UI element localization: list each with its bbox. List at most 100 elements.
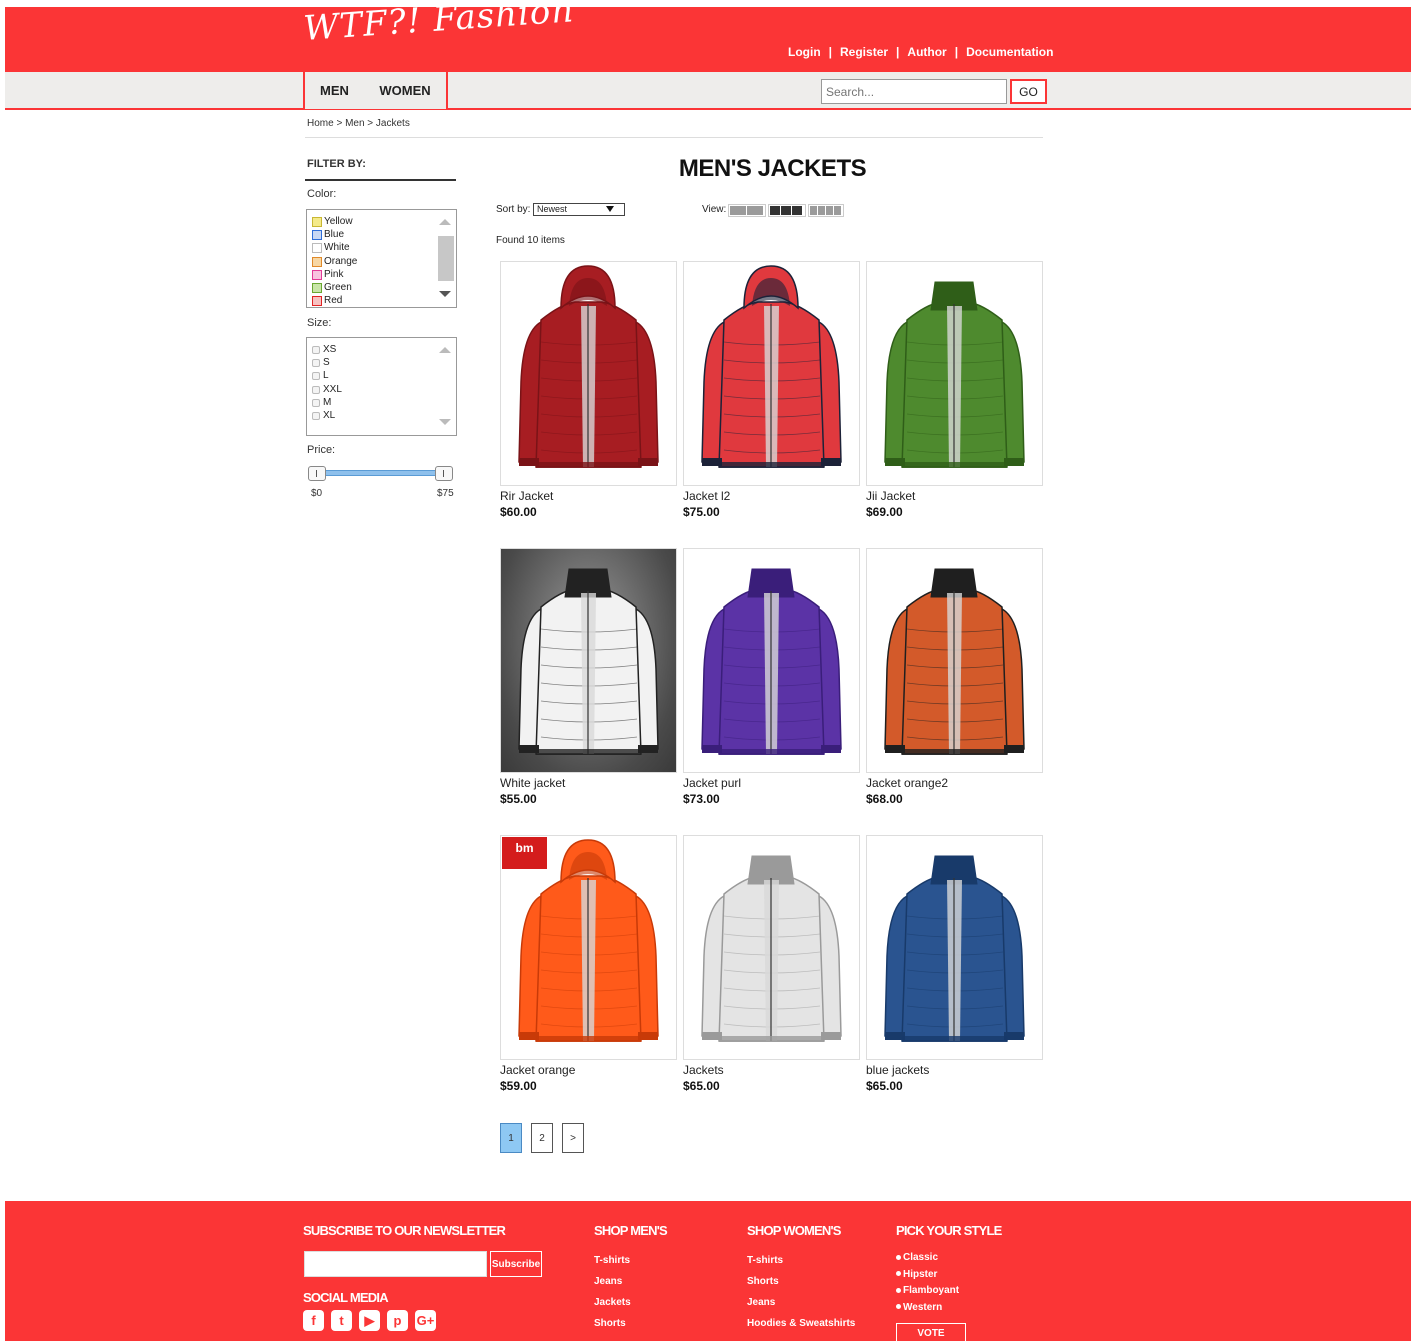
product-image[interactable]	[683, 261, 860, 486]
vote-button[interactable]: VOTE	[896, 1323, 966, 1341]
product-name[interactable]: Jacket purl	[683, 776, 860, 790]
product-card[interactable]: White jacket $55.00	[500, 548, 677, 806]
view-four-columns[interactable]	[808, 204, 844, 217]
style-option-hipster[interactable]: Hipster	[896, 1269, 937, 1280]
shop-women-link[interactable]: T-shirts	[747, 1255, 783, 1266]
newsletter-email-input[interactable]	[304, 1251, 487, 1277]
price-min-handle[interactable]	[308, 466, 326, 481]
size-option-xxl[interactable]: XXL	[312, 383, 342, 396]
color-option-pink[interactable]: Pink	[312, 268, 357, 281]
shop-men-link[interactable]: Shorts	[594, 1318, 626, 1329]
tab-men[interactable]: MEN	[303, 72, 366, 109]
color-option-orange[interactable]: Orange	[312, 255, 357, 268]
product-image[interactable]	[500, 261, 677, 486]
style-option-classic[interactable]: Classic	[896, 1252, 938, 1263]
product-name[interactable]: Jacket orange2	[866, 776, 1043, 790]
price-slider-track[interactable]	[313, 470, 449, 476]
twitter-icon[interactable]: t	[331, 1310, 352, 1331]
page-1-button[interactable]: 1	[500, 1123, 522, 1153]
search-input[interactable]	[821, 79, 1007, 104]
scroll-down-icon[interactable]	[439, 291, 451, 297]
radio-icon[interactable]	[896, 1287, 901, 1293]
product-name[interactable]: Jii Jacket	[866, 489, 1043, 503]
product-card[interactable]: Jacket l2 $75.00	[683, 261, 860, 519]
shop-women-link[interactable]: Jeans	[747, 1297, 775, 1308]
checkbox-icon[interactable]	[312, 412, 320, 421]
size-option-m[interactable]: M	[312, 396, 342, 409]
product-image[interactable]	[500, 548, 677, 773]
subscribe-button[interactable]: Subscribe	[490, 1251, 542, 1277]
radio-icon[interactable]	[896, 1254, 901, 1260]
style-option-western[interactable]: Western	[896, 1302, 942, 1313]
page-2-button[interactable]: 2	[531, 1123, 553, 1153]
product-card[interactable]: Jacket purl $73.00	[683, 548, 860, 806]
product-card[interactable]: blue jackets $65.00	[866, 835, 1043, 1093]
product-image[interactable]	[866, 835, 1043, 1060]
product-card[interactable]: bm Jacket orange $59.00	[500, 835, 677, 1093]
color-option-blue[interactable]: Blue	[312, 228, 357, 241]
register-link[interactable]: Register	[832, 45, 896, 59]
size-scrollbar[interactable]	[434, 338, 456, 435]
author-link[interactable]: Author	[899, 45, 954, 59]
size-listbox[interactable]: XS S L XXL M XL	[306, 337, 457, 436]
checkbox-icon[interactable]	[312, 372, 320, 381]
product-name[interactable]: Jacket orange	[500, 1063, 677, 1077]
color-option-white[interactable]: White	[312, 242, 357, 255]
product-name[interactable]: White jacket	[500, 776, 677, 790]
googleplus-icon[interactable]: G+	[415, 1310, 436, 1331]
product-image[interactable]	[683, 835, 860, 1060]
shop-men-link[interactable]: Jackets	[594, 1297, 631, 1308]
product-image[interactable]	[866, 261, 1043, 486]
size-option-l[interactable]: L	[312, 370, 342, 383]
product-image[interactable]: bm	[500, 835, 677, 1060]
scroll-down-icon[interactable]	[439, 419, 451, 425]
color-listbox[interactable]: Yellow Blue White Orange Pink Green Red	[306, 209, 457, 308]
product-name[interactable]: blue jackets	[866, 1063, 1043, 1077]
radio-icon[interactable]	[896, 1271, 901, 1277]
style-option-flamboyant[interactable]: Flamboyant	[896, 1285, 959, 1296]
view-two-columns[interactable]	[728, 204, 766, 217]
tab-women[interactable]: WOMEN	[364, 72, 448, 109]
product-card[interactable]: Rir Jacket $60.00	[500, 261, 677, 519]
color-option-red[interactable]: Red	[312, 295, 357, 307]
shop-men-link[interactable]: Jeans	[594, 1276, 622, 1287]
view-three-columns[interactable]	[768, 204, 806, 217]
product-card[interactable]: Jacket orange2 $68.00	[866, 548, 1043, 806]
documentation-link[interactable]: Documentation	[958, 45, 1061, 59]
product-image[interactable]	[866, 548, 1043, 773]
scroll-up-icon[interactable]	[439, 347, 451, 353]
sort-select[interactable]: Newest	[533, 203, 625, 216]
color-option-label: Pink	[324, 268, 344, 280]
price-max-handle[interactable]	[435, 466, 453, 481]
go-button[interactable]: GO	[1010, 79, 1047, 104]
checkbox-icon[interactable]	[312, 358, 320, 367]
pinterest-icon[interactable]: p	[387, 1310, 408, 1331]
size-option-s[interactable]: S	[312, 356, 342, 369]
shop-men-link[interactable]: T-shirts	[594, 1255, 630, 1266]
product-card[interactable]: Jackets $65.00	[683, 835, 860, 1093]
shop-women-link[interactable]: Hoodies & Sweatshirts	[747, 1318, 855, 1329]
product-image[interactable]	[683, 548, 860, 773]
shop-women-link[interactable]: Shorts	[747, 1276, 779, 1287]
product-name[interactable]: Rir Jacket	[500, 489, 677, 503]
size-option-xl[interactable]: XL	[312, 409, 342, 422]
color-option-green[interactable]: Green	[312, 281, 357, 294]
youtube-icon[interactable]: ▶	[359, 1310, 380, 1331]
checkbox-icon[interactable]	[312, 345, 320, 354]
scroll-up-icon[interactable]	[439, 219, 451, 225]
login-link[interactable]: Login	[780, 45, 829, 59]
checkbox-icon[interactable]	[312, 385, 320, 394]
checkbox-icon[interactable]	[312, 398, 320, 407]
color-option-yellow[interactable]: Yellow	[312, 215, 357, 228]
breadcrumb[interactable]: Home > Men > Jackets	[307, 118, 410, 129]
color-scrollbar[interactable]	[434, 210, 456, 307]
scroll-thumb[interactable]	[438, 236, 454, 281]
radio-icon[interactable]	[896, 1304, 901, 1310]
facebook-icon[interactable]: f	[303, 1310, 324, 1331]
size-option-xs[interactable]: XS	[312, 343, 342, 356]
next-page-button[interactable]: >	[562, 1123, 584, 1153]
site-logo[interactable]: WTF?! Fashion	[302, 0, 575, 49]
product-name[interactable]: Jacket l2	[683, 489, 860, 503]
product-card[interactable]: Jii Jacket $69.00	[866, 261, 1043, 519]
product-name[interactable]: Jackets	[683, 1063, 860, 1077]
